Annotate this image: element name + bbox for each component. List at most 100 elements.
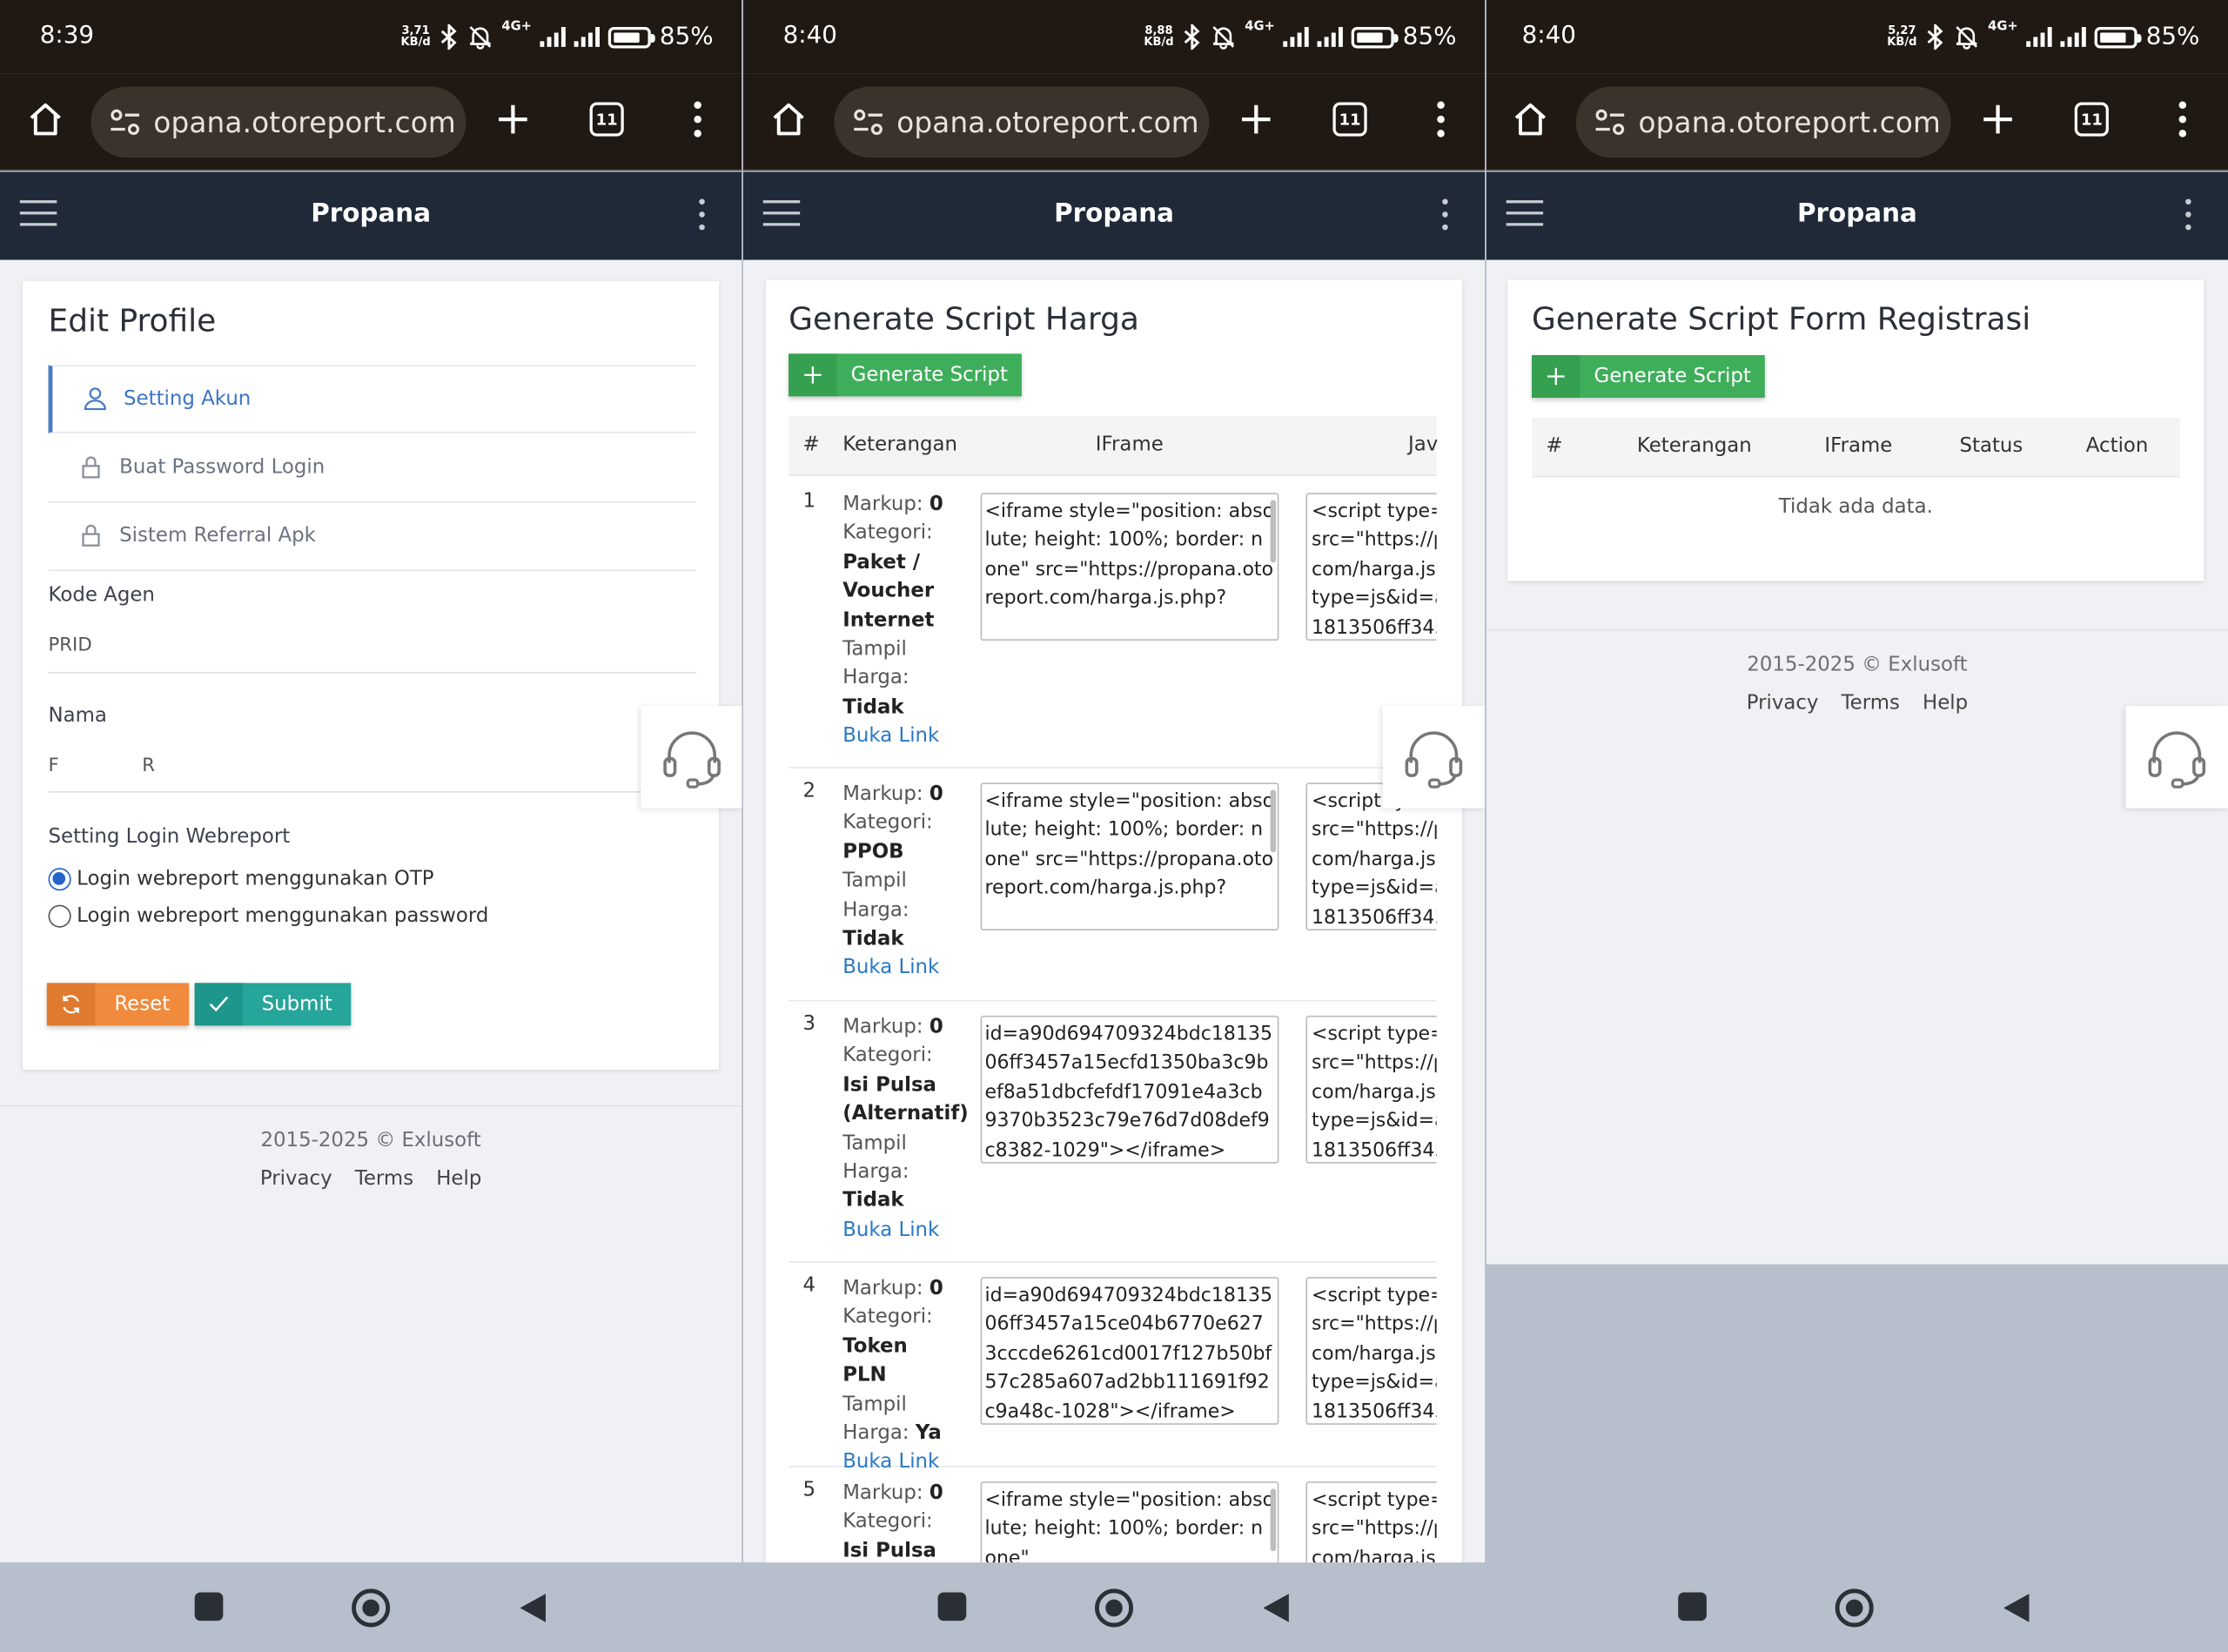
site-settings-icon[interactable] [849, 103, 889, 143]
buka-link[interactable]: Buka Link [842, 957, 939, 979]
footer-link-help[interactable]: Help [436, 1168, 481, 1191]
footer-link-terms[interactable]: Terms [1842, 692, 1900, 715]
address-bar[interactable]: opana.otoreport.com [91, 86, 466, 158]
generate-script-button[interactable]: Generate Script [789, 353, 1022, 397]
signal-icon [540, 27, 567, 47]
page-title: Edit Profile [48, 304, 217, 340]
footer: 2015-2025 © Exlusoft Privacy Terms Help [0, 1105, 742, 1265]
buka-link[interactable]: Buka Link [842, 725, 939, 748]
signal-icon [2026, 27, 2052, 47]
js-textarea[interactable]: <script type=" src="https://pr com/harga… [1305, 1015, 1437, 1164]
buka-link[interactable]: Buka Link [842, 1219, 939, 1241]
col-header-status: Status [1959, 434, 2023, 458]
footer-link-privacy[interactable]: Privacy [1747, 692, 1819, 715]
browser-menu-icon[interactable] [672, 94, 723, 145]
footer-link-privacy[interactable]: Privacy [260, 1168, 332, 1191]
js-textarea[interactable]: <script type=" src="https://pr com/harga… [1305, 1481, 1437, 1563]
submit-button[interactable]: Submit [194, 983, 352, 1026]
menu-item-sistem-referral[interactable]: Sistem Referral Apk [48, 503, 697, 572]
back-icon[interactable] [517, 1591, 548, 1625]
generate-script-button[interactable]: Generate Script [1532, 355, 1765, 398]
support-headset-button[interactable] [2125, 706, 2228, 809]
app-menu-icon[interactable] [2185, 198, 2194, 232]
nama-label: Nama [48, 704, 107, 728]
back-icon[interactable] [1260, 1591, 1292, 1625]
footer-copyright: 2015-2025 © Exlusoft [260, 1129, 481, 1152]
table-header: # Keterangan IFrame Jav [789, 416, 1439, 476]
iframe-textarea[interactable]: id=a90d694709324bdc1813506ff3457a15ce04b… [980, 1277, 1279, 1425]
lock-icon [82, 524, 100, 547]
status-icons: 8,88 KB/d 4G+ 85% [1144, 20, 1456, 54]
home-icon[interactable] [763, 94, 815, 145]
tab-switcher-button[interactable]: 11 [2066, 94, 2117, 145]
status-bar: 8:40 8,88 KB/d 4G+ 85% [742, 0, 1486, 74]
js-textarea[interactable]: <script type=" src="https://pr com/harga… [1305, 1277, 1437, 1425]
iframe-textarea[interactable]: <iframe style="position: absolute; heigh… [980, 782, 1279, 930]
site-settings-icon[interactable] [105, 103, 145, 143]
bluetooth-icon [440, 24, 457, 50]
signal-icon-2 [574, 27, 601, 47]
new-tab-icon[interactable] [1972, 94, 2023, 145]
refresh-icon [46, 983, 96, 1026]
recents-icon[interactable] [1677, 1591, 1708, 1622]
col-header-javascript: Jav [1408, 433, 1439, 456]
new-tab-icon[interactable] [1231, 94, 1282, 145]
status-bar: 8:40 5,27 KB/d 4G+ 85% [1486, 0, 2228, 74]
address-bar[interactable]: opana.otoreport.com [834, 86, 1210, 158]
recents-icon[interactable] [936, 1591, 968, 1622]
home-nav-icon[interactable] [1093, 1587, 1136, 1629]
home-icon[interactable] [1505, 94, 1556, 145]
home-icon[interactable] [20, 94, 71, 145]
network-type: 4G+ [1245, 19, 1275, 35]
app-menu-icon[interactable] [1442, 198, 1451, 232]
screenshot-stage: 8:39 3,71 KB/d 4G+ 85% opana.otoreport.co… [0, 0, 2228, 1652]
row-keterangan: Markup: 0 Kategori: Token PLN Tampil Harga… [842, 1277, 943, 1474]
check-icon [194, 983, 244, 1026]
battery-icon [608, 26, 656, 48]
android-nav-bar [0, 1562, 742, 1652]
radio-unselected[interactable] [48, 904, 71, 928]
radio-login-password[interactable]: Login webreport menggunakan password [48, 904, 488, 928]
home-nav-icon[interactable] [350, 1587, 393, 1629]
footer-link-help[interactable]: Help [1923, 692, 1968, 715]
support-headset-button[interactable] [1382, 706, 1486, 809]
app-menu-icon[interactable] [699, 198, 708, 232]
iframe-textarea[interactable]: <iframe style="position: absolute; heigh… [980, 493, 1279, 641]
iframe-textarea[interactable]: <iframe style="position: absolute; heigh… [980, 1481, 1279, 1563]
tab-switcher-button[interactable]: 11 [581, 94, 633, 145]
radio-selected[interactable] [48, 868, 71, 891]
support-headset-button[interactable] [641, 706, 742, 809]
iframe-textarea[interactable]: id=a90d694709324bdc1813506ff3457a15ecfd1… [980, 1015, 1279, 1164]
browser-menu-icon[interactable] [2157, 94, 2208, 145]
menu-item-buat-password[interactable]: Buat Password Login [48, 434, 697, 503]
battery-icon [1352, 26, 1399, 48]
lock-icon [82, 456, 100, 479]
browser-toolbar: opana.otoreport.com 11 [0, 73, 742, 171]
radio-login-otp[interactable]: Login webreport menggunakan OTP [48, 868, 434, 891]
browser-menu-icon[interactable] [1415, 94, 1466, 145]
site-settings-icon[interactable] [1590, 103, 1630, 143]
new-tab-icon[interactable] [487, 94, 539, 145]
phone-panel-generate-harga: 8:40 8,88 KB/d 4G+ 85% opana.otoreport.co… [742, 0, 1486, 1652]
nama-field[interactable]: F R [48, 742, 697, 793]
table-row: 3 Markup: 0 Kategori: Isi Pulsa (Alternat… [789, 1002, 1437, 1263]
battery-percent: 85% [2145, 23, 2200, 51]
col-header-keterangan: Keterangan [1636, 434, 1752, 458]
network-type: 4G+ [501, 19, 532, 35]
tab-switcher-button[interactable]: 11 [1325, 94, 1376, 145]
recents-icon[interactable] [193, 1591, 225, 1622]
footer-link-terms[interactable]: Terms [355, 1168, 413, 1191]
back-icon[interactable] [2001, 1591, 2032, 1625]
plus-icon [789, 353, 837, 397]
row-keterangan: Markup: 0 Kategori: Paket / Voucher Inter… [842, 493, 943, 748]
reset-button[interactable]: Reset [46, 983, 190, 1026]
status-bar: 8:39 3,71 KB/d 4G+ 85% [0, 0, 742, 74]
empty-state: Tidak ada data. [1778, 495, 1933, 519]
headset-icon [2148, 731, 2206, 789]
home-nav-icon[interactable] [1833, 1587, 1876, 1629]
js-textarea[interactable]: <script type=" src="https://pr com/harga… [1305, 493, 1437, 641]
address-bar[interactable]: opana.otoreport.com [1575, 86, 1951, 158]
menu-item-setting-akun[interactable]: Setting Akun [48, 365, 697, 433]
user-icon [84, 387, 106, 411]
kode-agen-field[interactable]: PRID [48, 622, 697, 674]
